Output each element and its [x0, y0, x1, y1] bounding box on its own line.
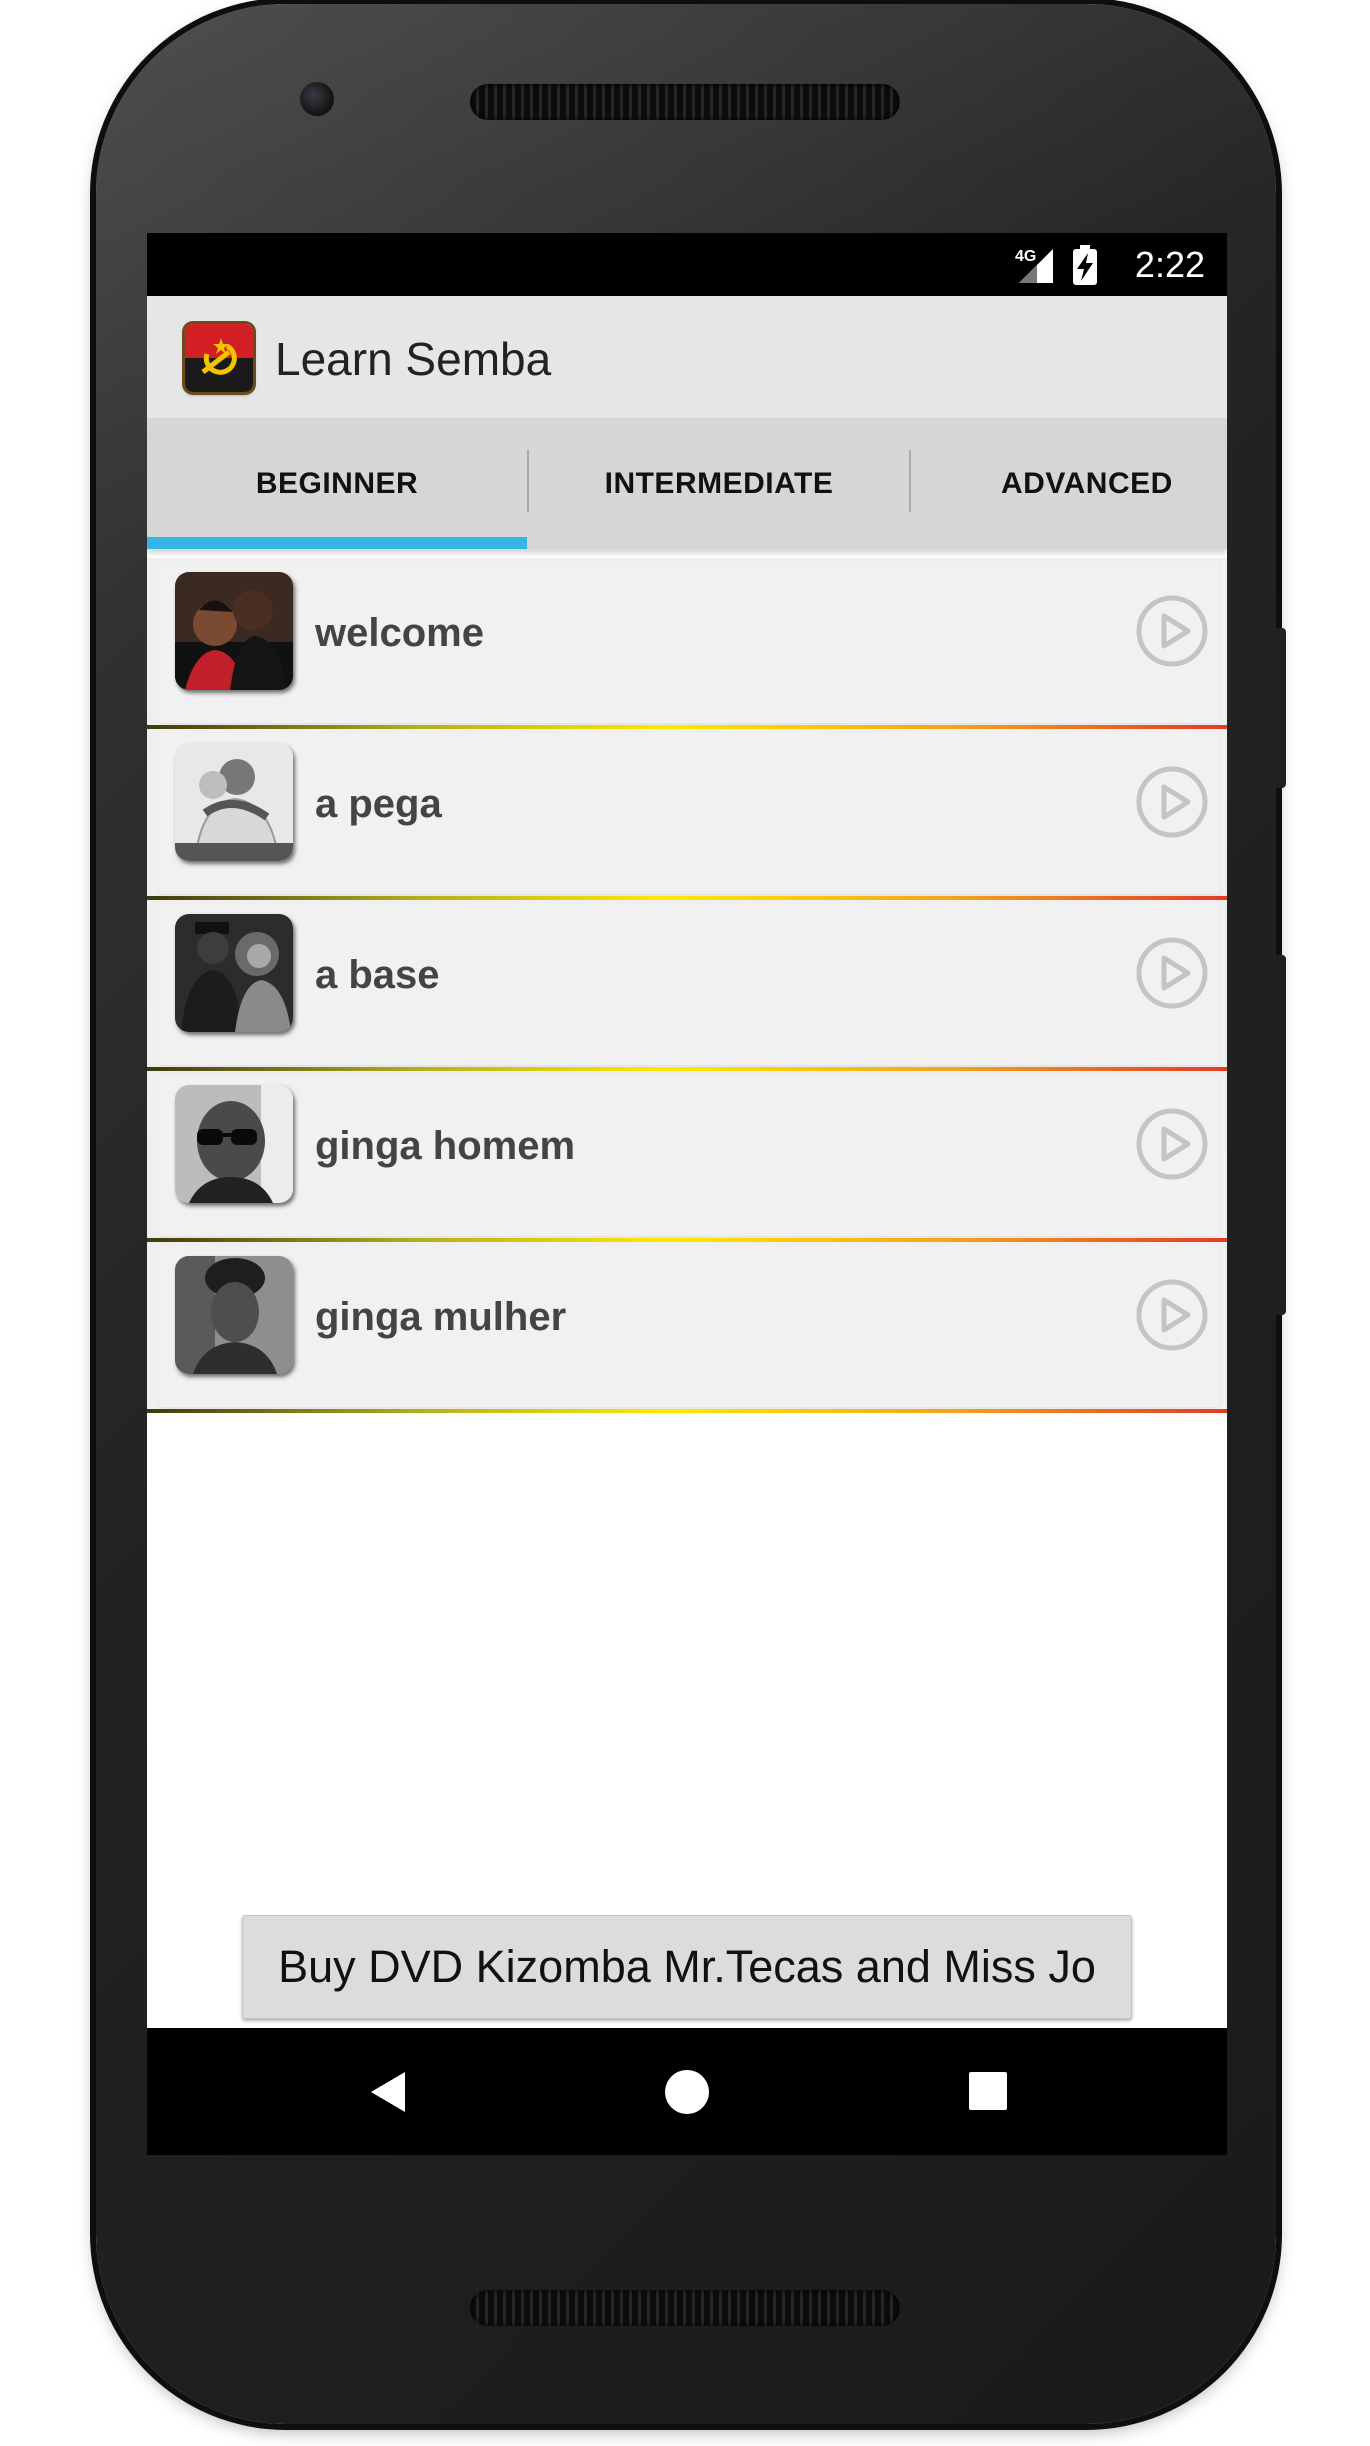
play-circle-icon[interactable] [1135, 594, 1209, 668]
tab-intermediate[interactable]: INTERMEDIATE [529, 418, 909, 549]
back-triangle-icon[interactable] [359, 2062, 419, 2122]
app-bar: Learn Semba [147, 296, 1227, 418]
status-bar: 4G 2:22 [147, 233, 1227, 296]
tab-beginner[interactable]: BEGINNER [147, 418, 527, 549]
list-item[interactable]: welcome [147, 558, 1227, 729]
list-item[interactable]: a base [147, 900, 1227, 1071]
tab-selected-indicator [147, 537, 527, 549]
lesson-list: welcome a pega a base ginga homem ginga … [147, 558, 1227, 1413]
recents-square-icon[interactable] [959, 2062, 1019, 2122]
lesson-thumbnail [175, 1256, 293, 1374]
front-camera [300, 82, 334, 116]
tab-beginner-label: BEGINNER [255, 466, 419, 500]
lesson-title: ginga mulher [315, 1294, 567, 1339]
play-circle-icon[interactable] [1135, 765, 1209, 839]
list-item[interactable]: a pega [147, 729, 1227, 900]
power-button [1274, 628, 1286, 788]
volume-button [1274, 955, 1286, 1315]
angola-flag-icon [185, 324, 253, 392]
tab-advanced[interactable]: ADVANCED [911, 418, 1227, 549]
lesson-thumbnail [175, 572, 293, 690]
list-item[interactable]: ginga mulher [147, 1242, 1227, 1413]
lesson-thumbnail [175, 1085, 293, 1203]
top-speaker-grille [470, 84, 900, 120]
device-screen: 4G 2:22 Learn Semba BEGINNER INTERMEDIAT… [147, 233, 1227, 2155]
bottom-speaker-grille [470, 2290, 900, 2326]
play-circle-icon[interactable] [1135, 936, 1209, 1010]
play-circle-icon[interactable] [1135, 1107, 1209, 1181]
row-divider [147, 1409, 1227, 1413]
app-title: Learn Semba [275, 333, 552, 385]
tab-intermediate-label: INTERMEDIATE [604, 466, 834, 500]
lesson-title: a base [315, 952, 440, 997]
tab-bar: BEGINNER INTERMEDIATE ADVANCED [147, 418, 1227, 549]
status-icons: 4G [1015, 245, 1105, 285]
lesson-thumbnail [175, 743, 293, 861]
play-circle-icon[interactable] [1135, 1278, 1209, 1352]
home-circle-icon[interactable] [657, 2062, 717, 2122]
status-time: 2:22 [1134, 244, 1205, 285]
cell-signal-empty-icon [1019, 265, 1037, 283]
navigation-bar [147, 2028, 1227, 2155]
battery-cap [1080, 245, 1090, 250]
lesson-title: welcome [315, 610, 484, 655]
network-type-label: 4G [1015, 248, 1036, 265]
lesson-title: ginga homem [315, 1123, 576, 1168]
lesson-title: a pega [315, 781, 442, 826]
tab-advanced-label: ADVANCED [1001, 466, 1173, 500]
buy-dvd-button[interactable]: Buy DVD Kizomba Mr.Tecas and Miss Jo [242, 1915, 1132, 2019]
list-item[interactable]: ginga homem [147, 1071, 1227, 1242]
lesson-thumbnail [175, 914, 293, 1032]
signal-battery-icon: 4G [1015, 245, 1097, 285]
